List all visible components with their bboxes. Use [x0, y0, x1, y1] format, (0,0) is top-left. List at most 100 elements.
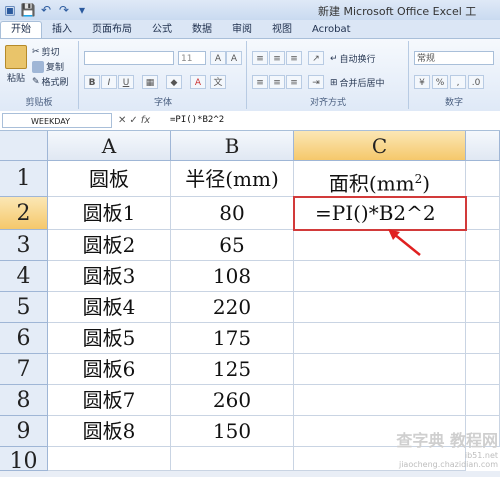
cell-a6[interactable]: 圆板5 — [48, 323, 171, 354]
cell-b6[interactable]: 175 — [171, 323, 294, 354]
tab-data[interactable]: 数据 — [182, 22, 222, 38]
merge-center-button[interactable]: ⊞ 合并后居中 — [330, 76, 385, 90]
tab-formulas[interactable]: 公式 — [142, 22, 182, 38]
font-name-select[interactable] — [84, 51, 174, 65]
cell-c1[interactable]: 面积(mm2) — [294, 161, 466, 197]
grow-font-button[interactable]: A — [210, 51, 226, 65]
tab-home[interactable]: 开始 — [0, 21, 42, 38]
name-box[interactable]: WEEKDAY — [2, 113, 112, 128]
cell-d4[interactable] — [466, 261, 500, 292]
column-header-c[interactable]: C — [294, 131, 466, 161]
cell-b7[interactable]: 125 — [171, 354, 294, 385]
cell-d6[interactable] — [466, 323, 500, 354]
font-color-button[interactable]: A — [190, 75, 206, 89]
cell-d8[interactable] — [466, 385, 500, 416]
column-header-d[interactable] — [466, 131, 500, 161]
enter-icon[interactable]: ✓ — [129, 115, 137, 126]
cancel-icon[interactable]: ✕ — [118, 115, 126, 126]
fx-icon[interactable]: fx — [141, 115, 150, 126]
customize-icon[interactable]: ▾ — [74, 2, 90, 18]
cell-d1[interactable] — [466, 161, 500, 197]
percent-button[interactable]: % — [432, 75, 448, 89]
formula-input[interactable]: =PI()*B2^2 — [170, 113, 224, 128]
tab-review[interactable]: 审阅 — [222, 22, 262, 38]
cell-b4[interactable]: 108 — [171, 261, 294, 292]
row-header-4[interactable]: 4 — [0, 261, 48, 292]
row-header-2[interactable]: 2 — [0, 197, 48, 230]
column-header-a[interactable]: A — [48, 131, 171, 161]
cell-c5[interactable] — [294, 292, 466, 323]
wrap-icon: ↵ — [330, 53, 338, 64]
cut-button[interactable]: ✂ 剪切 — [32, 45, 60, 59]
wrap-text-button[interactable]: ↵ 自动换行 — [330, 52, 376, 66]
alignment-group-label: 对齐方式 — [309, 98, 346, 108]
tab-view[interactable]: 视图 — [262, 22, 302, 38]
font-size-select[interactable]: 11 — [178, 51, 206, 65]
cell-d2[interactable] — [466, 197, 500, 230]
cell-d5[interactable] — [466, 292, 500, 323]
cell-a9[interactable]: 圆板8 — [48, 416, 171, 447]
copy-button[interactable]: 复制 — [32, 60, 64, 73]
row-header-8[interactable]: 8 — [0, 385, 48, 416]
row-header-6[interactable]: 6 — [0, 323, 48, 354]
cell-b10[interactable] — [171, 447, 294, 471]
cell-c8[interactable] — [294, 385, 466, 416]
tab-insert[interactable]: 插入 — [42, 22, 82, 38]
row-header-3[interactable]: 3 — [0, 230, 48, 261]
cell-b5[interactable]: 220 — [171, 292, 294, 323]
cell-a2[interactable]: 圆板1 — [48, 197, 171, 230]
tab-page-layout[interactable]: 页面布局 — [82, 22, 142, 38]
cell-b9[interactable]: 150 — [171, 416, 294, 447]
cell-b1[interactable]: 半径(mm) — [171, 161, 294, 197]
row-header-9[interactable]: 9 — [0, 416, 48, 447]
cell-d3[interactable] — [466, 230, 500, 261]
cell-a3[interactable]: 圆板2 — [48, 230, 171, 261]
row-header-10[interactable]: 10 — [0, 447, 48, 474]
cell-b8[interactable]: 260 — [171, 385, 294, 416]
paste-button[interactable]: 粘贴 — [4, 45, 28, 84]
undo-icon[interactable]: ↶ — [38, 2, 54, 18]
redo-icon[interactable]: ↷ — [56, 2, 72, 18]
underline-button[interactable]: U — [118, 75, 134, 89]
cell-d7[interactable] — [466, 354, 500, 385]
row-header-5[interactable]: 5 — [0, 292, 48, 323]
align-left-button[interactable]: ≡ — [252, 75, 268, 89]
wen-button[interactable]: 文 — [210, 75, 226, 89]
cell-a8[interactable]: 圆板7 — [48, 385, 171, 416]
comma-button[interactable]: , — [450, 75, 466, 89]
save-icon[interactable]: 💾 — [20, 2, 36, 18]
bold-button[interactable]: B — [84, 75, 100, 89]
cell-c4[interactable] — [294, 261, 466, 292]
border-button[interactable]: ▦ — [142, 75, 158, 89]
align-right-button[interactable]: ≡ — [286, 75, 302, 89]
align-middle-button[interactable]: ≡ — [269, 51, 285, 65]
cell-a1[interactable]: 圆板 — [48, 161, 171, 197]
number-format-select[interactable]: 常规 — [414, 51, 494, 65]
fill-color-button[interactable]: ◆ — [166, 75, 182, 89]
shrink-font-button[interactable]: A — [226, 51, 242, 65]
format-painter-button[interactable]: ✎ 格式刷 — [32, 75, 69, 89]
cell-c7[interactable] — [294, 354, 466, 385]
cell-a5[interactable]: 圆板4 — [48, 292, 171, 323]
cell-b2[interactable]: 80 — [171, 197, 294, 230]
align-center-button[interactable]: ≡ — [269, 75, 285, 89]
cell-a4[interactable]: 圆板3 — [48, 261, 171, 292]
cell-a10[interactable] — [48, 447, 171, 471]
cell-b3[interactable]: 65 — [171, 230, 294, 261]
column-header-b[interactable]: B — [171, 131, 294, 161]
currency-button[interactable]: ¥ — [414, 75, 430, 89]
italic-button[interactable]: I — [101, 75, 117, 89]
decimal-button[interactable]: .0 — [468, 75, 484, 89]
cell-c6[interactable] — [294, 323, 466, 354]
tab-acrobat[interactable]: Acrobat — [302, 22, 361, 38]
align-bottom-button[interactable]: ≡ — [286, 51, 302, 65]
select-all-corner[interactable] — [0, 131, 48, 161]
orientation-button[interactable]: ↗ — [308, 51, 324, 65]
indent-button[interactable]: ⇥ — [308, 75, 324, 89]
cell-a7[interactable]: 圆板6 — [48, 354, 171, 385]
align-top-button[interactable]: ≡ — [252, 51, 268, 65]
row-header-1[interactable]: 1 — [0, 161, 48, 197]
excel-logo-icon[interactable]: ▣ — [2, 2, 18, 18]
alignment-group: ≡ ≡ ≡ ↗ ↵ 自动换行 ≡ ≡ ≡ ⇥ ⊞ 合并后居中 对齐方式 — [248, 41, 409, 109]
row-header-7[interactable]: 7 — [0, 354, 48, 385]
